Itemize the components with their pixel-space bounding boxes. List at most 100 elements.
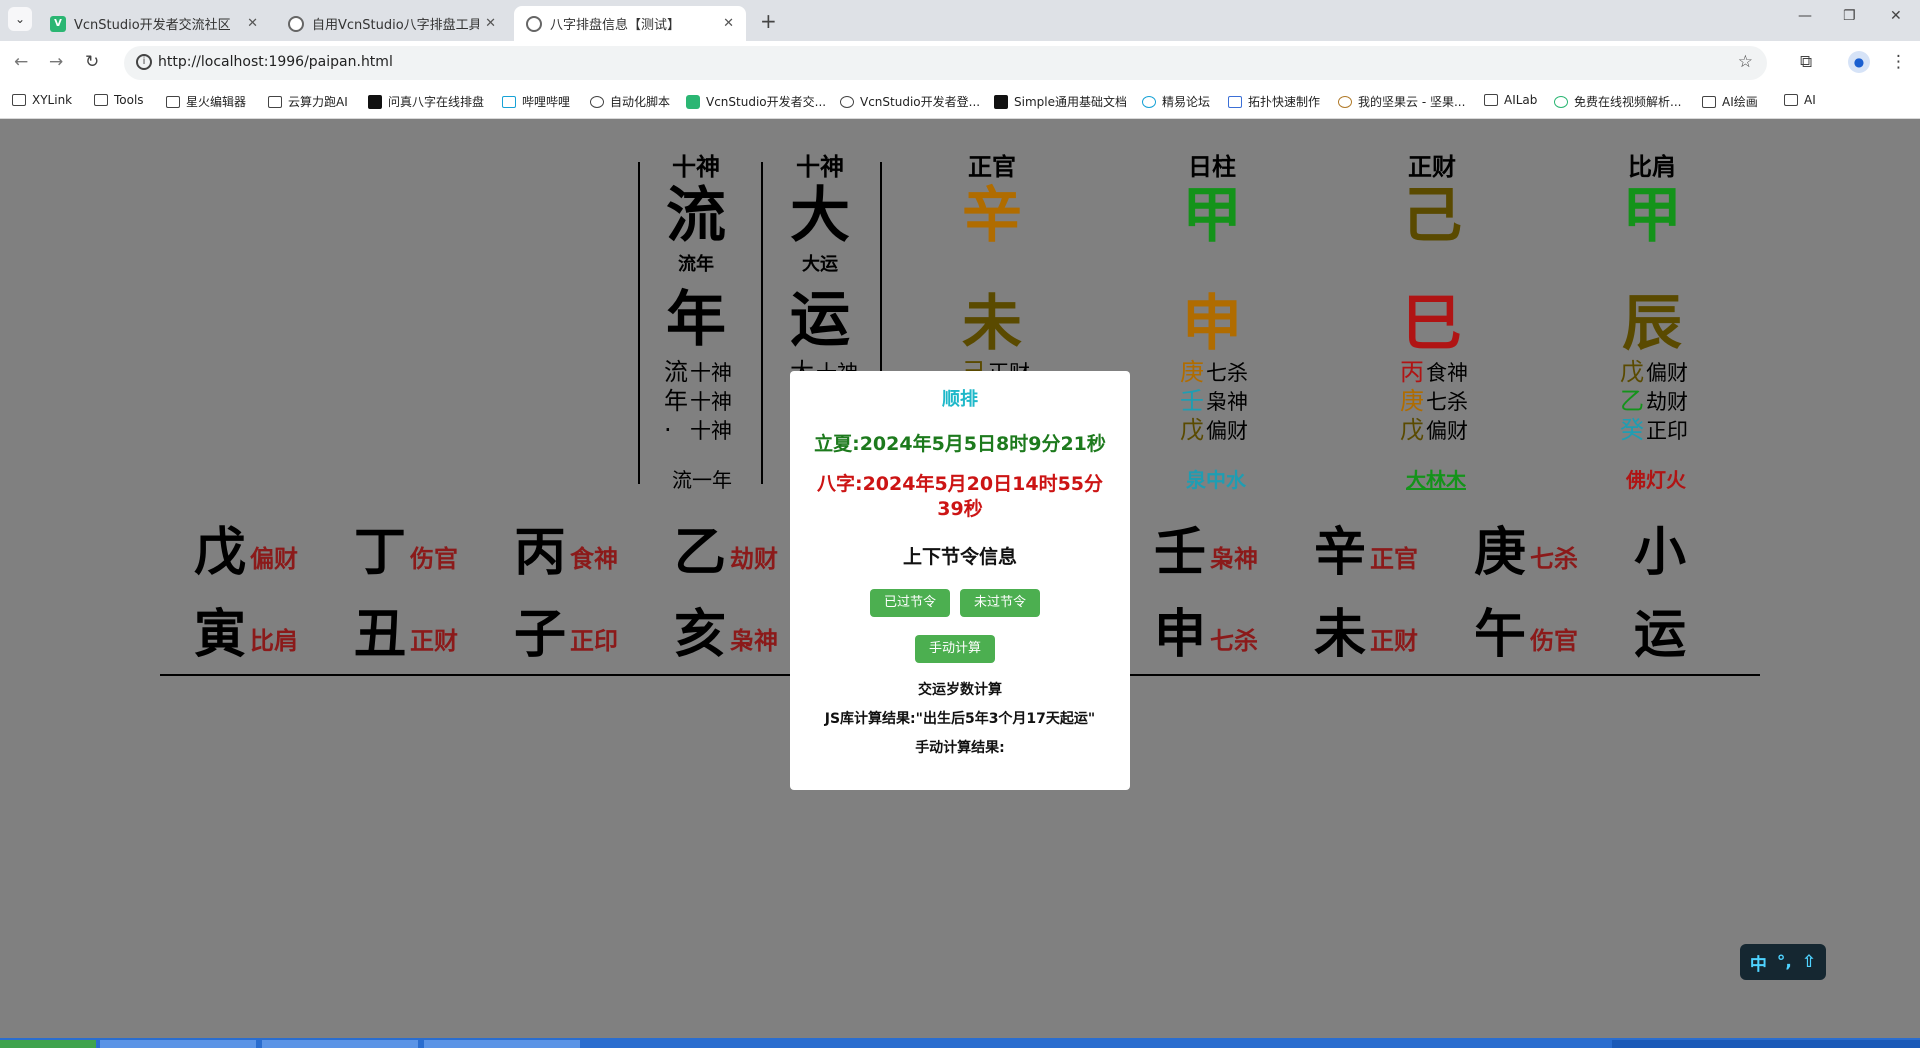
ime-toolbar[interactable]: 中 °, ⇧: [1740, 944, 1826, 980]
bookmark-item[interactable]: 精易论坛: [1142, 93, 1210, 110]
tab-search-button[interactable]: ⌄: [8, 7, 32, 31]
tab-bazi-tool[interactable]: 自用VcnStudio八字排盘工具 ✕: [276, 6, 508, 41]
bookmark-item[interactable]: 云算力跑AI: [268, 93, 348, 110]
globe-favicon-icon: [526, 15, 542, 32]
taskbar-item[interactable]: [262, 1040, 418, 1048]
bookmark-item[interactable]: 自动化脚本: [590, 93, 670, 110]
pillar-nayin: 佛灯火: [1626, 468, 1686, 492]
luck-stem-cell: 丙食神: [514, 523, 619, 583]
site-info-icon[interactable]: i: [136, 54, 152, 70]
pillar-header: 日柱: [1188, 153, 1236, 181]
pillar-branch: 申: [1182, 289, 1242, 359]
menu-kebab-icon[interactable]: ⋮: [1890, 52, 1907, 72]
liunian-stem: 流: [666, 181, 726, 251]
dayun-label: 大运: [802, 254, 838, 275]
bookmark-item[interactable]: VcnStudio开发者交...: [686, 93, 826, 110]
pillar-branch: 辰: [1622, 289, 1682, 359]
pillar-stem: 甲: [1182, 181, 1242, 251]
bookmark-item[interactable]: 星火编辑器: [166, 93, 246, 110]
ime-mode-icon[interactable]: ⇧: [1802, 952, 1816, 972]
pillar-month: 正财 己 巳: [1392, 120, 1472, 358]
close-window-button[interactable]: ✕: [1890, 8, 1902, 24]
bookmark-item[interactable]: AILab: [1484, 93, 1537, 107]
taskbar-item[interactable]: [424, 1040, 580, 1048]
past-jieqi-button[interactable]: 已过节令: [870, 589, 950, 617]
bookmark-star-icon[interactable]: ☆: [1738, 52, 1753, 72]
bookmark-item[interactable]: 问真八字在线排盘: [368, 93, 484, 110]
reload-button[interactable]: ↻: [85, 52, 99, 72]
luck-stem-cell: 壬枭神: [1154, 523, 1259, 583]
liunian-branch: 年: [666, 285, 726, 355]
bookmark-item[interactable]: XYLink: [12, 93, 72, 107]
forward-button[interactable]: →: [49, 52, 63, 72]
pillar-header: 正财: [1408, 153, 1456, 181]
pillar-month-hidden: 丙食神 庚七杀 戊偏财: [1400, 358, 1468, 444]
luck-branch-cell: 丑正财: [354, 605, 459, 665]
start-button[interactable]: [0, 1040, 96, 1048]
bazi-time: 八字:2024年5月20日14时55分39秒: [816, 473, 1104, 520]
folder-icon: [1784, 94, 1798, 106]
close-tab-icon[interactable]: ✕: [247, 16, 258, 31]
url-bar[interactable]: i http://localhost:1996/paipan.html ☆: [124, 46, 1767, 80]
pillar-nayin-link[interactable]: 大林木: [1406, 464, 1466, 493]
manual-calc-button[interactable]: 手动计算: [915, 635, 995, 663]
luck-branch-cell: 申七杀: [1154, 605, 1259, 665]
minimize-button[interactable]: —: [1798, 8, 1812, 24]
taskbar: [0, 1038, 1920, 1048]
folder-icon: [12, 94, 26, 106]
pillar-hour-hidden: 戊偏财 乙劫财 癸正印: [1620, 358, 1688, 444]
tab-vcnstudio-community[interactable]: V VcnStudio开发者交流社区 ✕: [38, 6, 270, 41]
bookmark-item[interactable]: AI: [1784, 93, 1816, 107]
close-tab-icon[interactable]: ✕: [485, 16, 496, 31]
globe-icon: [840, 95, 854, 108]
tab-strip: ⌄ V VcnStudio开发者交流社区 ✕ 自用VcnStudio八字排盘工具…: [0, 0, 1920, 41]
column-header: 十神: [672, 153, 720, 181]
ime-lang-toggle[interactable]: 中: [1750, 950, 1767, 975]
liunian-nayin: 流一年: [672, 468, 732, 492]
restore-button[interactable]: ❐: [1843, 8, 1856, 24]
luck-branch-cell: 午伤官: [1474, 605, 1579, 665]
bookmark-item[interactable]: Tools: [94, 93, 144, 107]
liunian-hidden: 流十神 年十神 · 十神: [664, 358, 732, 444]
modal-title: 顺排: [942, 389, 978, 410]
bookmark-item[interactable]: 我的坚果云 - 坚果...: [1338, 93, 1465, 110]
doc-icon: [994, 94, 1008, 109]
jieqi-info-modal: 顺排 立夏:2024年5月5日8时9分21秒 八字:2024年5月20日14时5…: [790, 371, 1130, 790]
liunian-label: 流年: [678, 254, 714, 275]
topology-icon: [1228, 95, 1242, 108]
bookmark-item[interactable]: 拓扑快速制作: [1228, 93, 1320, 110]
system-tray: [1612, 1040, 1920, 1048]
taskbar-item[interactable]: [100, 1040, 256, 1048]
new-tab-button[interactable]: +: [760, 9, 777, 33]
close-tab-icon[interactable]: ✕: [723, 16, 734, 31]
back-button[interactable]: ←: [14, 52, 28, 72]
script-icon: [590, 95, 604, 108]
bookmark-item[interactable]: VcnStudio开发者登...: [840, 93, 980, 110]
tab-bazi-info[interactable]: 八字排盘信息【测试】 ✕: [514, 6, 746, 41]
eye-icon: [1142, 95, 1156, 108]
profile-avatar-icon[interactable]: ●: [1848, 51, 1870, 73]
luck-branch-cell: 亥枭神: [674, 605, 779, 665]
bookmarks-bar: XYLink Tools 星火编辑器 云算力跑AI 问真八字在线排盘 哔哩哔哩 …: [0, 85, 1920, 119]
divider-line: [638, 162, 640, 484]
future-jieqi-button[interactable]: 未过节令: [960, 589, 1040, 617]
globe-favicon-icon: [288, 15, 304, 32]
bookmark-item[interactable]: 哔哩哔哩: [502, 93, 570, 110]
step-title: 交运岁数计算: [918, 682, 1002, 698]
luck-branch-cell: 未正财: [1314, 605, 1419, 665]
bookmark-item[interactable]: 免费在线视频解析...: [1554, 93, 1681, 110]
extensions-icon[interactable]: ⧉: [1800, 52, 1812, 72]
liunian-column: 十神 流 流年 年: [656, 120, 736, 354]
dayun-branch: 运: [790, 285, 850, 355]
dayun-column: 十神 大 大运 运: [780, 120, 860, 354]
ime-punct-toggle[interactable]: °,: [1777, 952, 1792, 972]
folder-icon: [94, 94, 108, 106]
luck-branch-cell: 子正印: [514, 605, 619, 665]
bookmark-item[interactable]: AI绘画: [1702, 93, 1758, 110]
bookmark-item[interactable]: Simple通用基础文档: [994, 93, 1127, 110]
luck-stem-cell: 乙劫财: [674, 523, 779, 583]
luck-stem-cell: 戊偏财: [194, 523, 299, 583]
bilibili-icon: [502, 95, 516, 108]
url-text[interactable]: http://localhost:1996/paipan.html: [158, 54, 393, 70]
pillar-hour: 比肩 甲 辰: [1612, 120, 1692, 358]
